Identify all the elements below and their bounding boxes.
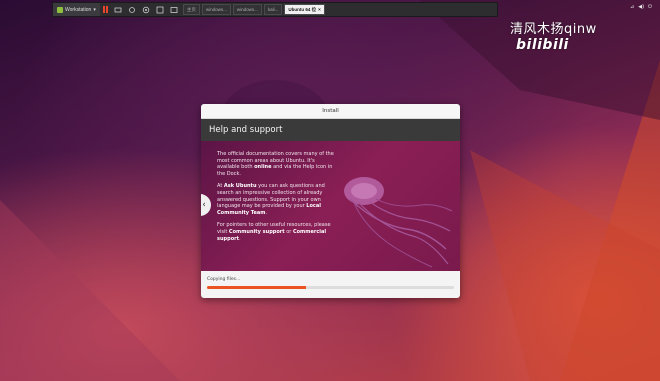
- tab-ubuntu[interactable]: Ubuntu 64 位 ×: [284, 4, 325, 15]
- snapshot-icon[interactable]: [113, 5, 123, 15]
- chevron-left-icon: ‹: [202, 200, 206, 210]
- pause-icon[interactable]: [102, 6, 108, 13]
- tab-label: 主页: [186, 6, 196, 12]
- status-text: Copying files...: [207, 277, 241, 282]
- watermark: 清风木扬qinw bilibili: [510, 18, 660, 53]
- guest-status-area: ⊿ ◀) ⏻: [630, 4, 652, 10]
- tab-label: kali...: [267, 7, 279, 12]
- slide-text: The official documentation covers many o…: [217, 151, 335, 248]
- workspace-menu[interactable]: Workstation ▾: [53, 3, 100, 16]
- tab-windows-2[interactable]: windows...: [232, 4, 262, 15]
- tab-label: windows...: [205, 7, 227, 12]
- bilibili-logo: bilibili: [516, 37, 569, 53]
- manage-icon[interactable]: [141, 5, 151, 15]
- power-icon[interactable]: ⏻: [648, 4, 652, 10]
- link-online[interactable]: online: [254, 164, 271, 170]
- text-run: .: [265, 209, 268, 216]
- link-community-support[interactable]: Community support: [229, 229, 285, 235]
- workspace-label: Workstation: [65, 6, 92, 13]
- progress-bar: [207, 286, 454, 289]
- text-run: or: [284, 228, 293, 235]
- tab-label: Ubuntu 64 位: [288, 6, 317, 12]
- paragraph-docs: The official documentation covers many o…: [217, 151, 335, 177]
- window-titlebar[interactable]: Install: [201, 104, 460, 119]
- revert-icon[interactable]: [127, 5, 137, 15]
- installer-window: Install Help and support The official do…: [201, 104, 460, 298]
- slideshow: The official documentation covers many o…: [201, 141, 460, 271]
- text-run: .: [239, 235, 241, 242]
- header-bar: Help and support: [201, 119, 460, 141]
- window-title: Install: [322, 108, 339, 114]
- volume-icon[interactable]: ◀): [638, 4, 644, 10]
- tab-kali[interactable]: kali...: [263, 4, 283, 15]
- paragraph-resources: For pointers to other useful resources, …: [217, 222, 335, 242]
- network-icon[interactable]: ⊿: [630, 4, 634, 10]
- workstation-logo-icon: [57, 6, 63, 13]
- console-icon[interactable]: [169, 5, 179, 15]
- chevron-down-icon: ▾: [93, 6, 96, 13]
- vm-toolbar: Workstation ▾ 主页 windows... windows... k…: [52, 2, 498, 17]
- tab-windows-1[interactable]: windows...: [201, 4, 231, 15]
- close-icon[interactable]: ×: [318, 7, 321, 12]
- text-run: At: [217, 183, 224, 190]
- previous-slide-button[interactable]: ‹: [201, 194, 211, 216]
- paragraph-ask: At Ask Ubuntu you can ask questions and …: [217, 183, 335, 216]
- tab-home[interactable]: 主页: [182, 4, 200, 15]
- progress-fill: [207, 286, 306, 289]
- progress-area: Copying files...: [201, 271, 460, 298]
- watermark-text: 清风木扬qinw: [510, 22, 597, 37]
- jellyfish-illustration: [344, 177, 453, 268]
- page-title: Help and support: [209, 125, 283, 135]
- link-ask-ubuntu[interactable]: Ask Ubuntu: [224, 183, 257, 189]
- fullscreen-icon[interactable]: [155, 5, 165, 15]
- tab-label: windows...: [236, 7, 258, 12]
